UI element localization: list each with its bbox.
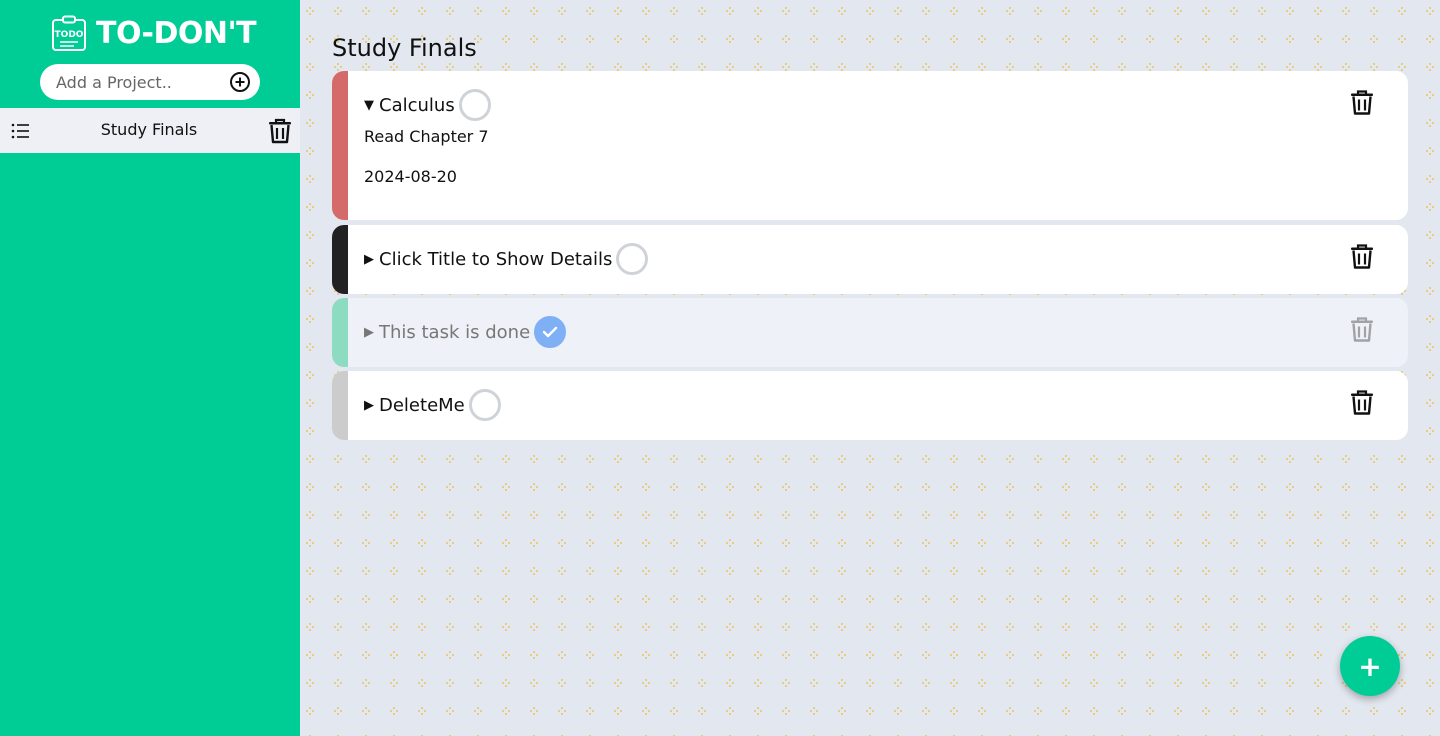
app-logo: TODO TO-DON'T: [50, 14, 257, 54]
expand-arrow-icon: ▶: [364, 324, 374, 340]
delete-task-trash-icon[interactable]: [1350, 243, 1374, 270]
expand-arrow-icon: ▶: [364, 251, 374, 267]
task-title-toggle[interactable]: ▶ This task is done: [364, 316, 567, 348]
logo-icon-text: TODO: [55, 30, 84, 40]
main-content: Study Finals ▼ Calculus Read Chapter 7 2…: [300, 0, 1440, 736]
task-card: ▼ Calculus Read Chapter 7 2024-08-20: [332, 71, 1408, 220]
priority-stripe: [332, 298, 348, 367]
delete-task-trash-icon[interactable]: [1350, 389, 1374, 416]
task-title-toggle[interactable]: ▶ Click Title to Show Details: [364, 243, 649, 275]
task-due-date: 2024-08-20: [364, 167, 457, 186]
complete-checkbox[interactable]: [458, 89, 491, 121]
delete-task-trash-icon[interactable]: [1350, 89, 1374, 116]
page-title: Study Finals: [332, 34, 477, 62]
task-title-toggle[interactable]: ▼ Calculus: [364, 89, 491, 121]
complete-checkbox[interactable]: [468, 389, 501, 421]
add-project-input[interactable]: [56, 72, 228, 92]
delete-project-trash-icon[interactable]: [268, 118, 292, 144]
add-task-button[interactable]: +: [1340, 636, 1400, 696]
app-title: TO-DON'T: [96, 16, 257, 51]
task-title: Click Title to Show Details: [379, 248, 613, 270]
add-project-button[interactable]: [228, 70, 252, 94]
task-title: This task is done: [379, 321, 531, 343]
expand-arrow-icon: ▶: [364, 397, 374, 413]
complete-checkbox[interactable]: [534, 316, 567, 348]
task-title-toggle[interactable]: ▶ DeleteMe: [364, 389, 501, 421]
task-card: ▶ This task is done: [332, 298, 1408, 367]
sidebar-item-study-finals[interactable]: Study Finals: [0, 108, 300, 153]
task-title: DeleteMe: [379, 394, 465, 416]
add-project-bar: [40, 64, 260, 100]
task-title: Calculus: [379, 94, 455, 116]
complete-checkbox[interactable]: [616, 243, 649, 275]
collapse-arrow-icon: ▼: [364, 97, 374, 113]
task-card: ▶ Click Title to Show Details: [332, 225, 1408, 294]
checkmark-icon: [542, 326, 558, 338]
task-description: Read Chapter 7: [364, 127, 489, 146]
priority-stripe: [332, 371, 348, 440]
delete-task-trash-icon[interactable]: [1350, 316, 1374, 343]
priority-stripe: [332, 225, 348, 294]
sidebar: TODO TO-DON'T Study Finals: [0, 0, 300, 736]
task-card: ▶ DeleteMe: [332, 371, 1408, 440]
plus-circle-icon: [230, 72, 250, 92]
clipboard-todo-icon: TODO: [52, 15, 86, 51]
sidebar-item-label: Study Finals: [100, 120, 198, 139]
priority-stripe: [332, 71, 348, 220]
